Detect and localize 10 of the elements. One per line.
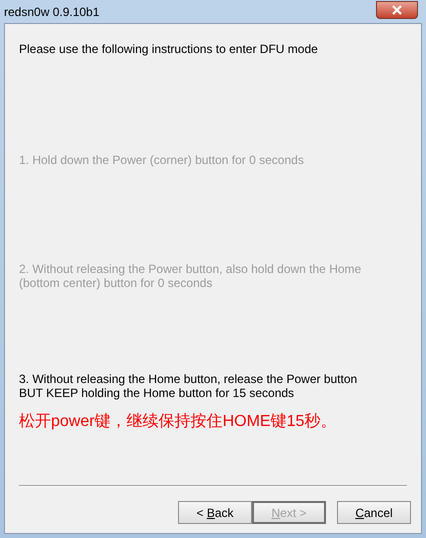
instruction-step: 2. Without releasing the Power button, also hold down the Home (bottom center) button for 0 seconds	[19, 262, 407, 290]
instructions-heading: Please use the following instructions to enter DFU mode	[19, 41, 319, 58]
close-button[interactable]	[376, 0, 418, 18]
dialog-button[interactable]: Cancel	[337, 501, 411, 524]
chinese-note: 松开power键，继续保持按住HOME键15秒。	[19, 412, 338, 432]
close-icon	[391, 4, 403, 14]
dialog-button[interactable]: < Back	[178, 501, 252, 524]
window-title: redsn0w 0.9.10b1	[4, 4, 100, 20]
instruction-step: 1. Hold down the Power (corner) button for 0 seconds	[19, 153, 407, 167]
instruction-step: 3. Without releasing the Home button, release the Power button BUT KEEP holding the Home button for 15 seconds	[19, 372, 407, 400]
